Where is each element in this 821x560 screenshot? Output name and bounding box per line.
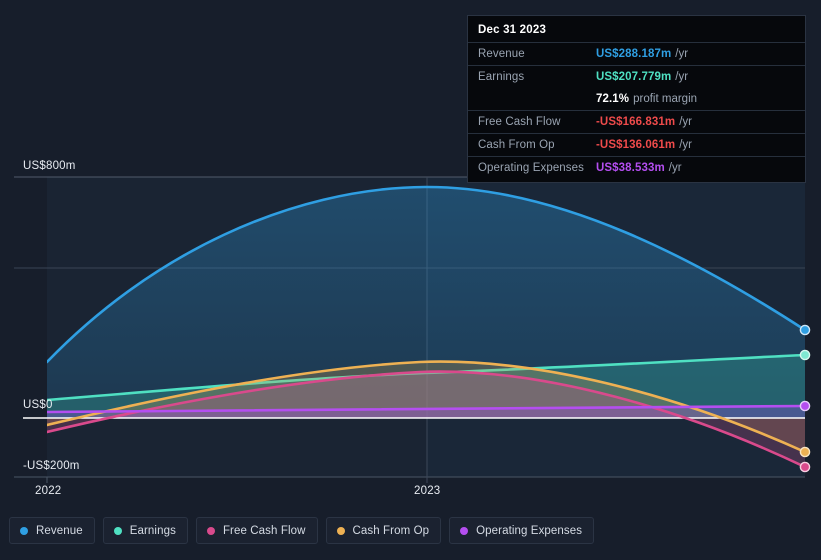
- tooltip-label-revenue: Revenue: [478, 48, 525, 60]
- legend-dot-revenue-icon: [20, 526, 28, 535]
- legend-label-cash-from-op: Cash From Op: [352, 524, 430, 537]
- y-axis-label-bottom: -US$200m: [23, 460, 80, 472]
- tooltip-unit-revenue: /yr: [675, 48, 689, 60]
- tooltip-label-cash-from-op: Cash From Op: [478, 139, 555, 151]
- legend-item-cash-from-op[interactable]: Cash From Op: [325, 517, 442, 544]
- legend-dot-free-cash-flow-icon: [206, 526, 215, 535]
- tooltip-row-cash-from-op: Cash From Op -US$136.061m /yr: [468, 133, 805, 156]
- legend-label-revenue: Revenue: [36, 524, 83, 537]
- tooltip-unit-earnings: /yr: [675, 71, 689, 83]
- endpoint-free-cash-flow[interactable]: [799, 461, 811, 473]
- tooltip-row-profit-margin: 72.1% profit margin: [468, 88, 805, 110]
- legend-dot-cash-from-op-icon: [336, 526, 345, 535]
- legend-item-free-cash-flow[interactable]: Free Cash Flow: [195, 517, 318, 544]
- tooltip-value-cash-from-op: -US$136.061m: [596, 139, 676, 151]
- legend-item-operating-expenses[interactable]: Operating Expenses: [449, 517, 595, 544]
- legend-label-operating-expenses: Operating Expenses: [476, 524, 583, 537]
- legend-label-earnings: Earnings: [129, 524, 176, 537]
- x-axis-label-2022: 2022: [35, 485, 62, 497]
- x-axis-label-2023: 2023: [414, 485, 441, 497]
- tooltip-value-free-cash-flow: -US$166.831m: [596, 116, 676, 128]
- legend-item-revenue[interactable]: Revenue: [9, 517, 95, 544]
- endpoint-operating-expenses[interactable]: [799, 400, 811, 412]
- tooltip-unit-operating-expenses: /yr: [668, 162, 682, 174]
- legend-label-free-cash-flow: Free Cash Flow: [222, 524, 306, 537]
- chart-tooltip: Dec 31 2023 Revenue US$288.187m /yr Earn…: [467, 15, 806, 183]
- tooltip-unit-profit-margin: profit margin: [633, 93, 698, 105]
- tooltip-label-operating-expenses: Operating Expenses: [478, 162, 585, 174]
- chart-legend: Revenue Earnings Free Cash Flow Cash Fro…: [9, 517, 595, 544]
- tooltip-row-operating-expenses: Operating Expenses US$38.533m /yr: [468, 156, 805, 179]
- financial-chart-widget: US$800m US$0 -US$200m 2022 2023 Dec 31 2…: [0, 0, 821, 560]
- y-axis-label-zero: US$0: [23, 399, 53, 411]
- tooltip-date: Dec 31 2023: [478, 24, 547, 36]
- tooltip-value-operating-expenses: US$38.533m: [596, 162, 665, 174]
- endpoint-revenue[interactable]: [799, 324, 811, 336]
- tooltip-unit-free-cash-flow: /yr: [679, 116, 692, 128]
- tooltip-value-earnings: US$207.779m: [596, 71, 672, 83]
- tooltip-row-revenue: Revenue US$288.187m /yr: [468, 42, 805, 65]
- tooltip-label-free-cash-flow: Free Cash Flow: [478, 116, 561, 128]
- legend-dot-operating-expenses-icon: [460, 526, 469, 535]
- y-axis-label-top: US$800m: [23, 160, 76, 172]
- legend-dot-earnings-icon: [113, 526, 122, 535]
- tooltip-unit-cash-from-op: /yr: [679, 139, 692, 151]
- tooltip-label-earnings: Earnings: [478, 71, 525, 83]
- endpoint-cash-from-op[interactable]: [799, 446, 811, 458]
- tooltip-row-free-cash-flow: Free Cash Flow -US$166.831m /yr: [468, 110, 805, 133]
- tooltip-value-revenue: US$288.187m: [596, 48, 672, 60]
- endpoint-earnings[interactable]: [799, 349, 811, 361]
- legend-item-earnings[interactable]: Earnings: [102, 517, 188, 544]
- tooltip-value-profit-margin: 72.1%: [596, 93, 630, 105]
- tooltip-row-earnings: Earnings US$207.779m /yr: [468, 65, 805, 88]
